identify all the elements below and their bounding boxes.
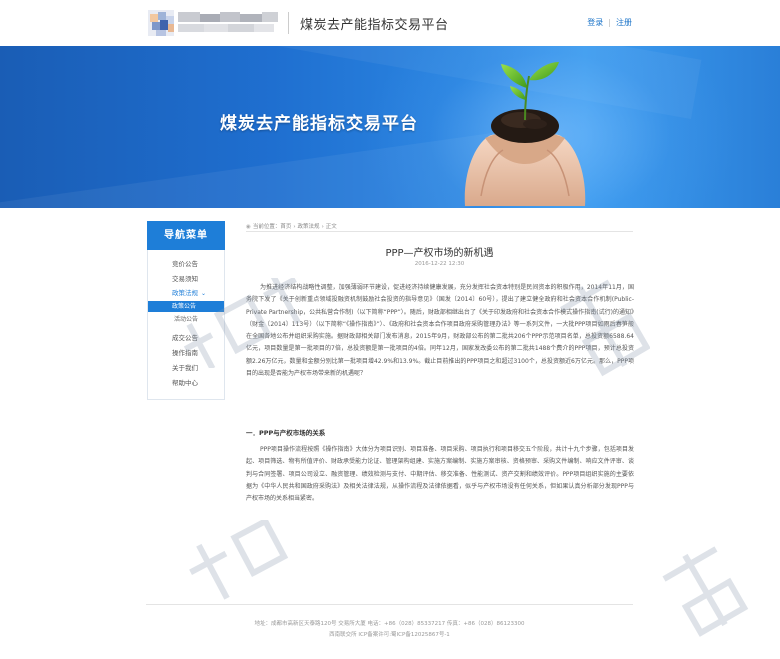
logo-pixelated-image [148, 10, 278, 36]
article-paragraph: 为推进经济结构战略性调整，加强薄弱环节建设，促进经济持续健康发展，充分发挥社会资… [246, 284, 634, 378]
sidebar-subitem-label: 活动公告 [174, 316, 199, 323]
breadcrumb: ◉ 当前位置：首页 › 政策法规 › 正文 [246, 222, 337, 230]
sidebar-item-bidding-notice[interactable]: 竞价公告 [172, 258, 198, 268]
article-paragraph: PPP项目操作流程按照《操作指南》大体分为项目识别、项目准备、项目采购、项目执行… [246, 446, 634, 503]
sidebar-subitem-policy-notice[interactable]: 政策公告 [148, 301, 224, 312]
site-title: 煤炭去产能指标交易平台 [300, 18, 449, 33]
chevron-down-icon: ⌄ [201, 290, 207, 297]
sidebar-nav: 导航菜单 竞价公告 交易须知 政策法规 ⌄ 政策公告 活动公告 成交公告 操作指南… [147, 221, 225, 400]
footer-contact: 地址：成都市高新区天泰路120号 交易所大厦 电话：+86（028）853372… [254, 621, 525, 627]
sidebar-item-label: 政策法规 [172, 289, 198, 297]
article-section-heading: 一．PPP与产权市场的关系 [246, 429, 326, 437]
location-pin-icon: ◉ [246, 224, 251, 230]
sidebar-item-trading-guide[interactable]: 交易须知 [172, 273, 198, 283]
breadcrumb-current: 正文 [325, 224, 337, 230]
footer-divider [146, 604, 633, 605]
sidebar-subitem-activity-notice[interactable]: 活动公告 [148, 314, 224, 325]
sidebar-item-deal-notice[interactable]: 成交公告 [172, 332, 198, 342]
breadcrumb-home[interactable]: 首页 [280, 224, 291, 230]
sidebar-item-operation-guide[interactable]: 操作指南 [172, 347, 198, 357]
login-link[interactable]: 登录 [587, 18, 603, 27]
breadcrumb-prefix: 当前位置： [252, 224, 281, 230]
sidebar-item-policy[interactable]: 政策法规 ⌄ [172, 287, 206, 297]
article-date: 2016-12-22 12:30 [414, 261, 465, 267]
sidebar-title: 导航菜单 [147, 221, 225, 250]
watermark-stamp [662, 546, 749, 637]
footer-copyright: 西南联交所 ICP备案许可:蜀ICP备12025867号-1 [329, 632, 450, 638]
breadcrumb-divider [246, 231, 633, 232]
watermark-stamp [189, 520, 289, 600]
register-link[interactable]: 注册 [616, 18, 632, 27]
auth-separator: | [608, 18, 611, 27]
sidebar-subitem-label: 政策公告 [172, 303, 197, 310]
breadcrumb-section[interactable]: 政策法规 [298, 224, 320, 230]
sidebar-item-help-center[interactable]: 帮助中心 [172, 377, 198, 387]
breadcrumb-separator: › [293, 224, 296, 230]
hero-banner: 煤炭去产能指标交易平台 [0, 46, 780, 208]
header-divider [288, 12, 289, 34]
sidebar-item-about-us[interactable]: 关于我们 [172, 362, 198, 372]
site-header: 煤炭去产能指标交易平台 登录 | 注册 [0, 0, 780, 46]
hands-with-seedling-image [464, 62, 586, 206]
banner-title: 煤炭去产能指标交易平台 [220, 114, 418, 134]
breadcrumb-separator: › [321, 224, 324, 230]
auth-links: 登录 | 注册 [587, 17, 632, 28]
article-title: PPP—产权市场的新机遇 [385, 248, 494, 259]
logo[interactable] [148, 8, 280, 38]
